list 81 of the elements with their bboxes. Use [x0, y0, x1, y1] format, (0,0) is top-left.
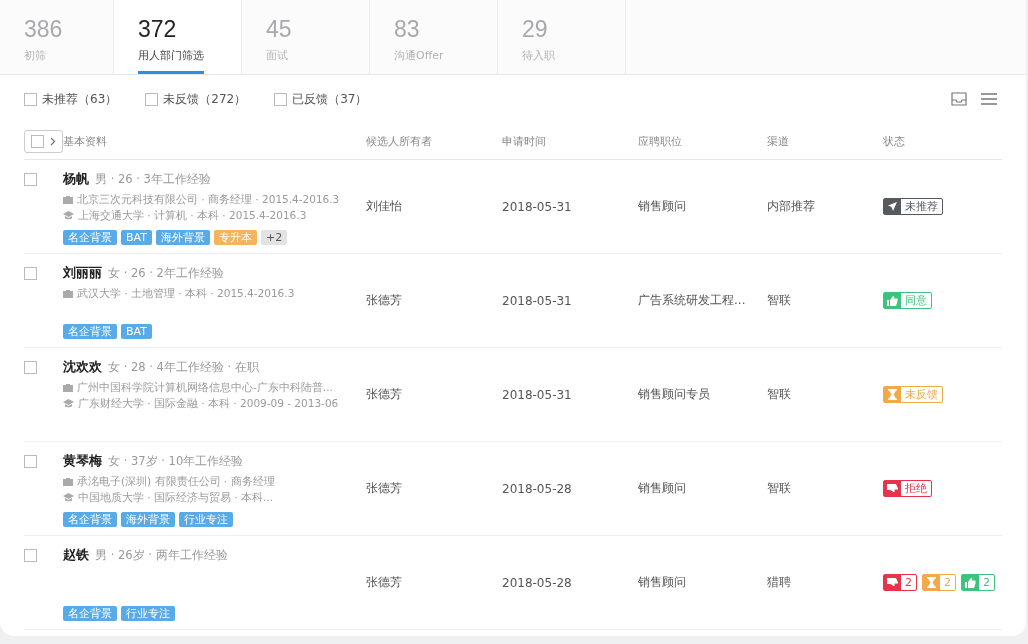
table-cell: 2018-05-31 [502, 387, 572, 402]
table-cell: 销售顾问 [638, 480, 686, 497]
candidate-meta: 女 · 28 · 4年工作经验 · 在职 [108, 360, 259, 375]
candidate-name[interactable]: 黄琴梅 [63, 452, 102, 470]
filter-checkbox[interactable]: 未反馈（272） [145, 90, 247, 108]
status-badge: 2 [883, 574, 917, 591]
tag: 名企背景 [63, 606, 117, 621]
tag: 专升本 [213, 230, 257, 245]
resume-detail: 承洺电子(深圳) 有限责任公司 · 商务经理 [77, 474, 275, 489]
menu-icon[interactable] [981, 93, 997, 105]
briefcase-icon [63, 382, 73, 392]
tag: 海外背景 [121, 512, 175, 527]
resume-detail: 武汉大学 · 土地管理 · 本科 · 2015.4-2016.3 [77, 286, 295, 301]
table-cell: 销售顾问 [638, 198, 686, 215]
candidate-name[interactable]: 沈欢欢 [63, 358, 102, 376]
column-header: 应聘职位 [638, 134, 682, 148]
briefcase-icon [63, 194, 73, 204]
graduation-cap-icon [63, 492, 74, 502]
tag: 行业专注 [121, 606, 175, 621]
table-cell: 张德芳 [366, 292, 402, 309]
row-checkbox[interactable] [24, 455, 37, 468]
tag: BAT [121, 230, 152, 245]
table-cell: 2018-05-31 [502, 293, 572, 308]
column-header: 基本资料 [63, 134, 107, 148]
briefcase-icon [63, 288, 73, 298]
table-cell: 2018-05-31 [502, 199, 572, 214]
table-cell: 内部推荐 [767, 198, 815, 215]
candidate-name[interactable]: 赵铁 [63, 546, 89, 564]
table-cell: 广告系统研发工程... [638, 292, 746, 309]
table-cell: 刘佳怡 [366, 198, 402, 215]
tag: +2 [260, 230, 288, 245]
column-header: 渠道 [767, 134, 789, 148]
chevron-icon [50, 136, 56, 146]
tag: 海外背景 [155, 230, 210, 245]
candidate-name[interactable]: 刘丽丽 [63, 264, 102, 282]
resume-detail: 广州中国科学院计算机网络信息中心-广东中科陆普... [77, 380, 333, 395]
tag: BAT [121, 324, 152, 339]
graduation-cap-icon [63, 398, 74, 408]
briefcase-icon [63, 476, 73, 486]
table-cell: 猎聘 [767, 574, 791, 591]
tag: 名企背景 [63, 324, 117, 339]
table-cell: 销售顾问专员 [638, 386, 710, 403]
column-header: 候选人所有者 [366, 134, 432, 148]
row-checkbox[interactable] [24, 361, 37, 374]
status-badge: 2 [922, 574, 956, 591]
stage-tab[interactable]: 372 用人部门筛选 [114, 0, 242, 74]
table-cell: 智联 [767, 292, 791, 309]
table-cell: 张德芳 [366, 574, 402, 591]
row-checkbox[interactable] [24, 549, 37, 562]
table-cell: 智联 [767, 386, 791, 403]
table-cell: 2018-05-28 [502, 575, 572, 590]
graduation-cap-icon [63, 210, 74, 220]
status-badge: 拒绝 [883, 480, 932, 497]
tag: 行业专注 [179, 512, 233, 527]
candidate-meta: 女 · 37岁 · 10年工作经验 [108, 454, 244, 469]
inbox-icon[interactable] [951, 92, 967, 106]
candidate-name[interactable]: 杨帆 [63, 170, 89, 188]
status-badge: 2 [961, 574, 995, 591]
tag: 名企背景 [63, 230, 117, 245]
status-badge: 未推荐 [883, 198, 943, 215]
filter-checkbox[interactable]: 未推荐（63） [24, 90, 118, 108]
row-checkbox[interactable] [24, 267, 37, 280]
table-cell: 张德芳 [366, 480, 402, 497]
candidate-meta: 男 · 26 · 3年工作经验 [95, 172, 211, 187]
status-badge: 同意 [883, 292, 932, 309]
table-cell: 智联 [767, 480, 791, 497]
filter-checkbox[interactable]: 已反馈（37） [274, 90, 368, 108]
candidate-meta: 女 · 26 · 2年工作经验 [108, 266, 224, 281]
candidate-meta: 男 · 26岁 · 两年工作经验 [95, 548, 228, 563]
resume-detail: 上海交通大学 · 计算机 · 本科 · 2015.4-2016.3 [78, 208, 307, 223]
resume-detail: 广东财经大学 · 国际金融 · 本科 · 2009-09 - 2013-06 [78, 396, 339, 411]
column-header: 状态 [883, 134, 905, 148]
table-cell: 销售顾问 [638, 574, 686, 591]
tag: 名企背景 [63, 512, 117, 527]
table-cell: 2018-05-28 [502, 481, 572, 496]
status-badge: 未反馈 [883, 386, 943, 403]
select-all-control[interactable] [24, 129, 63, 153]
resume-detail: 中国地质大学 · 国际经济与贸易 · 本科... [78, 490, 274, 505]
row-checkbox[interactable] [24, 173, 37, 186]
column-header: 申请时间 [502, 134, 546, 148]
table-cell: 张德芳 [366, 386, 402, 403]
